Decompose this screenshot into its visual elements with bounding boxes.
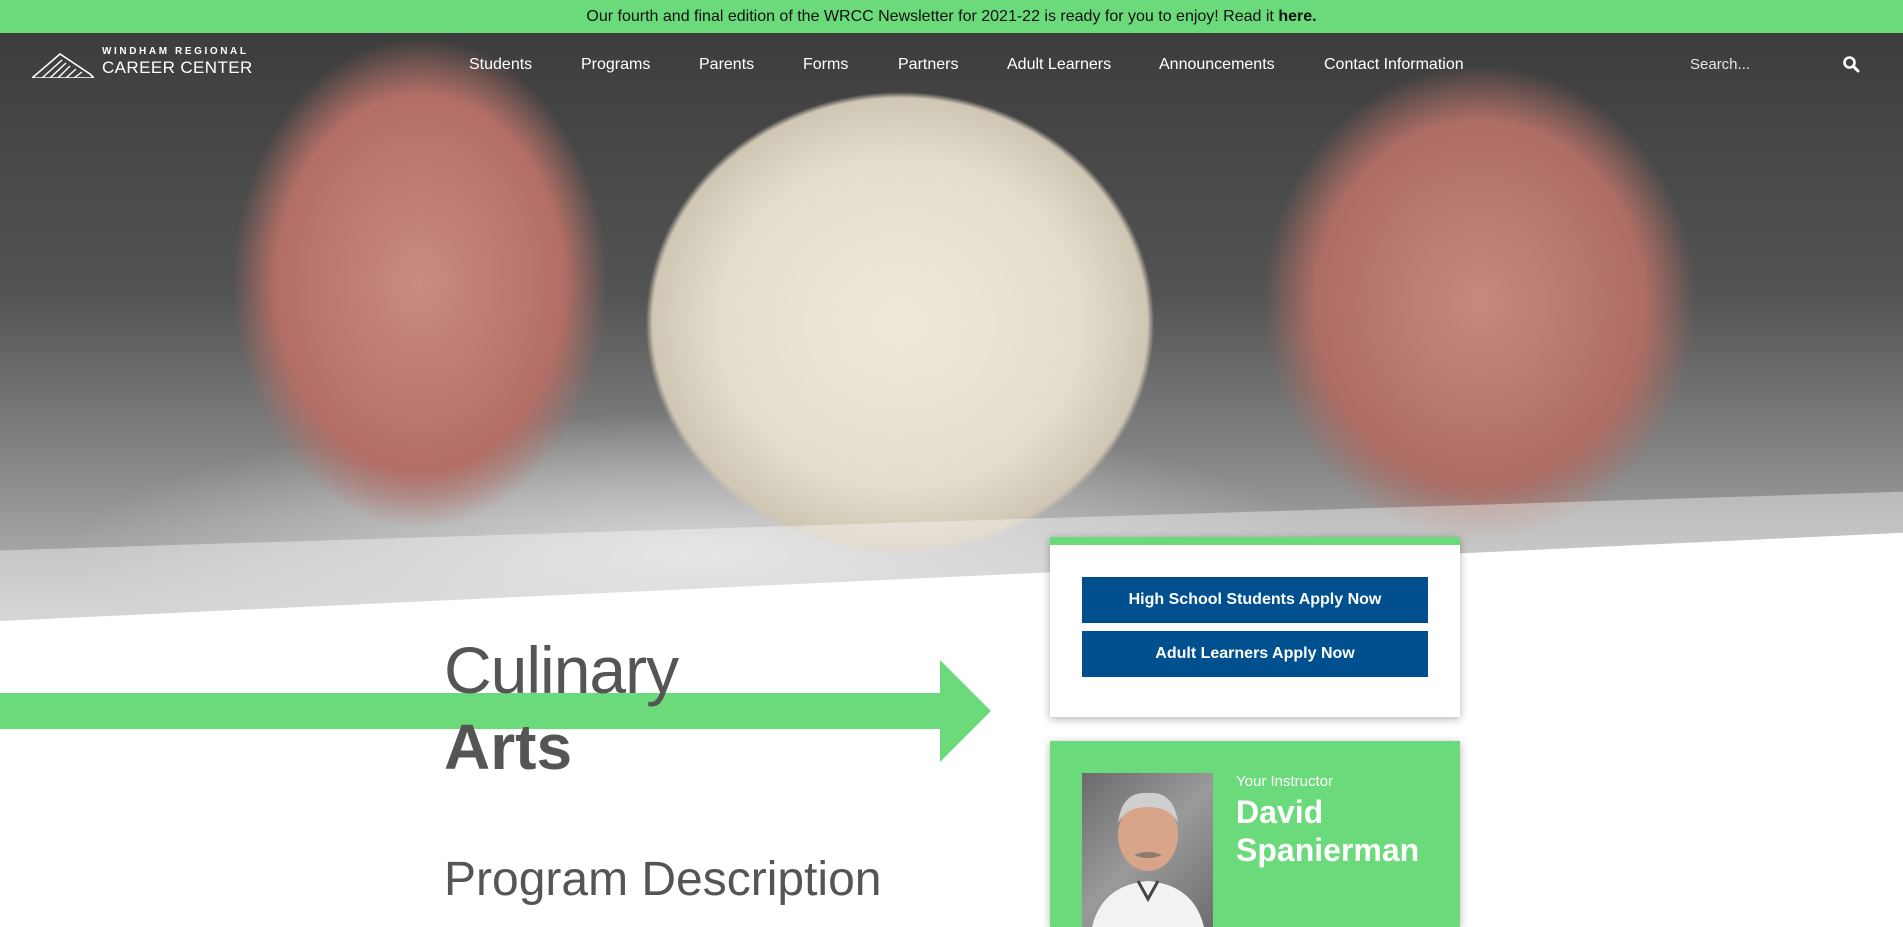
section-heading: Program Description [444, 853, 882, 906]
announcement-text: Our fourth and final edition of the WRCC… [586, 8, 1279, 25]
high-school-apply-button[interactable]: High School Students Apply Now [1082, 577, 1428, 623]
logo-mark-icon [32, 52, 94, 78]
instructor-photo [1082, 773, 1213, 927]
adult-learners-apply-button[interactable]: Adult Learners Apply Now [1082, 631, 1428, 677]
hero-image [0, 33, 1903, 621]
nav-item-partners[interactable]: Partners [898, 52, 958, 78]
instructor-card: Your Instructor David Spanierman [1050, 741, 1460, 927]
apply-card: High School Students Apply Now Adult Lea… [1050, 537, 1460, 717]
search-box [1690, 50, 1860, 78]
nav-item-contact-information[interactable]: Contact Information [1324, 52, 1464, 78]
nav-item-programs[interactable]: Programs [581, 52, 650, 78]
nav-item-parents[interactable]: Parents [699, 52, 754, 78]
nav-item-forms[interactable]: Forms [803, 52, 848, 78]
announcement-bar: Our fourth and final edition of the WRCC… [0, 0, 1903, 33]
search-input[interactable] [1690, 50, 1820, 78]
search-icon[interactable] [1842, 55, 1860, 73]
nav-item-adult-learners[interactable]: Adult Learners [1007, 52, 1111, 78]
announcement-link[interactable]: here. [1278, 8, 1316, 25]
page-title-line-1: Culinary [444, 633, 679, 707]
nav-item-students[interactable]: Students [469, 52, 532, 78]
instructor-label: Your Instructor [1236, 773, 1333, 790]
page-title-line-2: Arts [444, 711, 573, 783]
site-logo[interactable]: WINDHAM REGIONAL CAREER CENTER [32, 46, 252, 80]
instructor-name: David Spanierman [1236, 794, 1420, 868]
hero-fade-band [0, 491, 1903, 621]
nav-item-announcements[interactable]: Announcements [1159, 52, 1275, 78]
logo-line-1: WINDHAM REGIONAL [102, 46, 249, 57]
logo-line-2: CAREER CENTER [102, 58, 253, 77]
